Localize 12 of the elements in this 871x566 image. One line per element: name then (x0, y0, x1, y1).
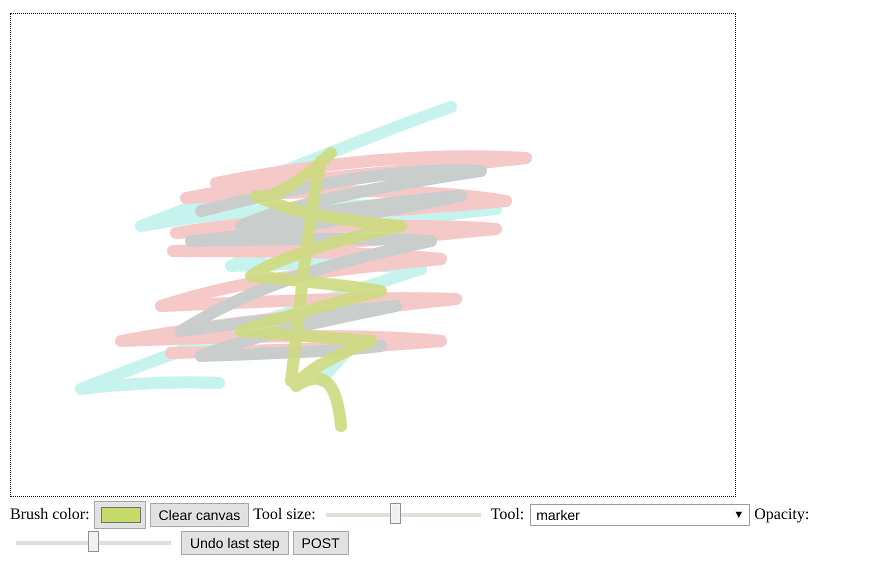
brush-color-label: Brush color: (10, 506, 90, 524)
clear-canvas-button[interactable]: Clear canvas (150, 503, 250, 527)
tool-size-slider[interactable] (326, 503, 481, 527)
tool-label: Tool: (490, 506, 524, 524)
post-button[interactable]: POST (292, 531, 349, 555)
undo-button[interactable]: Undo last step (181, 531, 288, 555)
tool-dropdown[interactable]: marker ▼ (530, 504, 750, 526)
tool-size-label: Tool size: (253, 506, 316, 524)
opacity-label: Opacity: (754, 506, 810, 524)
opacity-slider[interactable] (16, 531, 171, 555)
drawing-canvas[interactable] (10, 13, 736, 497)
brush-color-picker[interactable] (94, 501, 146, 529)
